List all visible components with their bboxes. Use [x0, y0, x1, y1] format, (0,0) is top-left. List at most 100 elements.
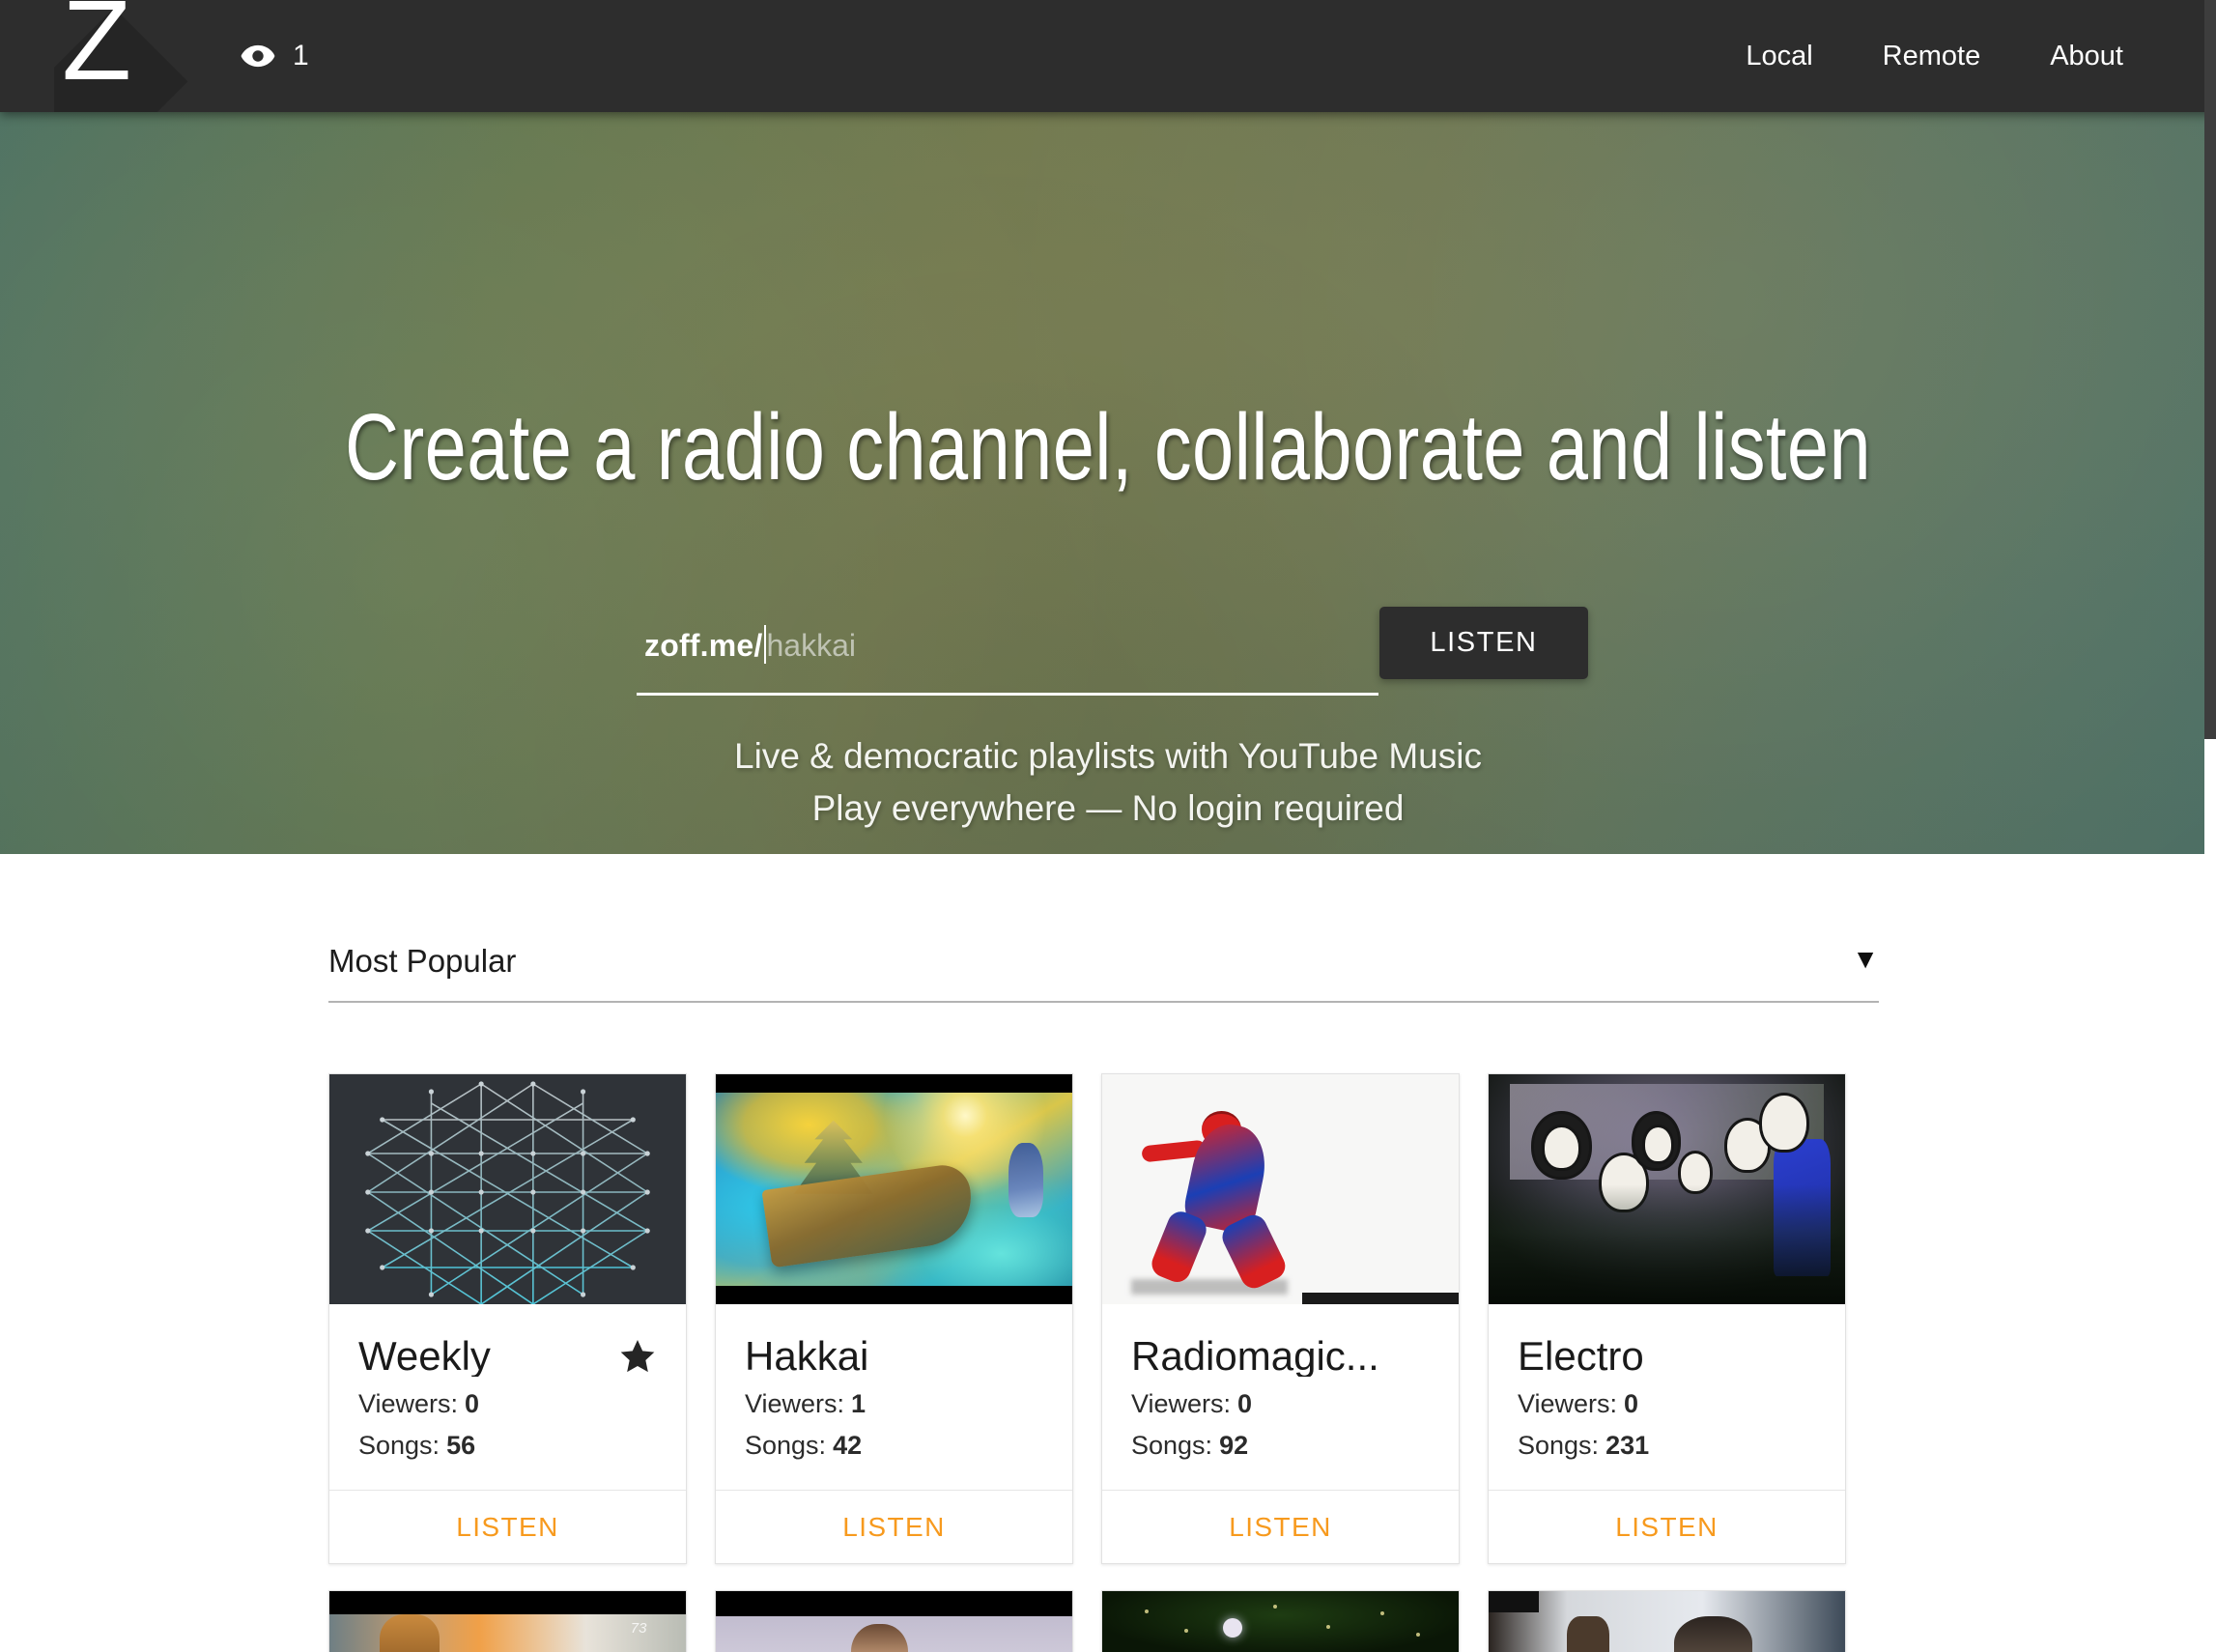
channel-thumbnail: 73	[329, 1591, 686, 1652]
card-listen-label: LISTEN	[456, 1512, 558, 1543]
channel-thumbnail	[1489, 1074, 1845, 1304]
url-prefix: zoff.me/	[644, 628, 763, 663]
channel-placeholder: hakkai	[767, 628, 857, 663]
sort-selector[interactable]: Most Popular ▼	[328, 933, 1879, 1003]
viewers-label: Viewers:	[1518, 1389, 1617, 1418]
eye-icon	[240, 38, 276, 74]
channel-card[interactable]: Electro Viewers:0 Songs:231 LISTEN	[1488, 1073, 1846, 1564]
hero-subtitle-line-2: Play everywhere — No login required	[0, 783, 2216, 835]
viewers-label: Viewers:	[358, 1389, 458, 1418]
star-icon[interactable]	[618, 1337, 657, 1376]
channel-viewers: Viewers:1	[745, 1383, 1043, 1425]
letterbox-bar-bottom	[716, 1286, 1072, 1304]
viewers-label: Viewers:	[745, 1389, 844, 1418]
channel-title-row: Radiomagic...	[1131, 1329, 1430, 1383]
main-navigation: Local Remote About	[1711, 0, 2158, 112]
channel-card-grid: Weekly Viewers:0 Songs:56 LISTEN	[328, 1073, 1888, 1564]
channel-card[interactable]: Radiomagic... Viewers:0 Songs:92 LISTEN	[1101, 1073, 1460, 1564]
nav-item-remote[interactable]: Remote	[1848, 43, 2016, 71]
viewers-value: 1	[851, 1389, 866, 1418]
card-listen-label: LISTEN	[1229, 1512, 1331, 1543]
hero-listen-button[interactable]: LISTEN	[1379, 607, 1588, 679]
channel-card[interactable]: 73	[328, 1590, 687, 1652]
viewer-count-value: 1	[293, 42, 309, 71]
ship-artwork	[761, 1161, 977, 1267]
hero-subtitle: Live & democratic playlists with YouTube…	[0, 730, 2216, 835]
songs-value: 42	[833, 1431, 862, 1460]
songs-value: 92	[1219, 1431, 1248, 1460]
channel-name-input[interactable]: zoff.me/hakkai	[637, 611, 1378, 696]
channel-title-row: Electro	[1518, 1329, 1816, 1383]
card-listen-button[interactable]: LISTEN	[716, 1490, 1072, 1563]
nav-item-about[interactable]: About	[2015, 43, 2158, 71]
card-listen-button[interactable]: LISTEN	[1102, 1490, 1459, 1563]
letterbox-bar-left	[1489, 1591, 1539, 1612]
portrait-hair	[380, 1614, 440, 1652]
letterbox-bar-top	[716, 1074, 1072, 1093]
raised-arm	[1567, 1616, 1609, 1652]
channel-thumbnail	[1489, 1591, 1845, 1652]
letterbox-bar-bottom	[1302, 1293, 1459, 1304]
channel-title: Hakkai	[745, 1336, 868, 1377]
channel-title-row: Hakkai	[745, 1329, 1043, 1383]
channel-songs: Songs:56	[358, 1425, 657, 1467]
card-listen-button[interactable]: LISTEN	[329, 1490, 686, 1563]
channel-viewers: Viewers:0	[1131, 1383, 1430, 1425]
letterbox-bar-top	[716, 1591, 1072, 1616]
triangle-grid-artwork	[329, 1074, 686, 1304]
channel-title: Weekly	[358, 1336, 491, 1377]
overlay-text: 73	[631, 1620, 647, 1637]
card-listen-label: LISTEN	[842, 1512, 945, 1543]
channel-viewers: Viewers:0	[1518, 1383, 1816, 1425]
viewers-value: 0	[1237, 1389, 1252, 1418]
channel-thumbnail	[716, 1074, 1072, 1304]
channel-search-row: zoff.me/hakkai LISTEN	[637, 611, 1588, 696]
channel-card[interactable]: Weekly Viewers:0 Songs:56 LISTEN	[328, 1073, 687, 1564]
channel-songs: Songs:231	[1518, 1425, 1816, 1467]
light-orb	[1223, 1618, 1242, 1638]
channel-card-grid-row2: 73	[328, 1590, 1888, 1652]
channel-card[interactable]	[1101, 1590, 1460, 1652]
channel-thumbnail	[1102, 1074, 1459, 1304]
stage-shadow	[1489, 1184, 1845, 1304]
songs-label: Songs:	[1131, 1431, 1212, 1460]
cartoon-face	[1759, 1093, 1809, 1153]
viewers-value: 0	[465, 1389, 479, 1418]
logo-glyph: Ż	[54, 0, 238, 97]
hero-headline: Create a radio channel, collaborate and …	[221, 400, 1994, 494]
top-header: Ż 1 Local Remote About	[0, 0, 2216, 112]
songs-value: 231	[1605, 1431, 1649, 1460]
scrollbar-thumb[interactable]	[2204, 0, 2216, 739]
channel-thumbnail	[329, 1074, 686, 1304]
spiderman-leg-left	[1148, 1208, 1209, 1286]
person-figure	[851, 1624, 908, 1652]
channel-thumbnail	[716, 1591, 1072, 1652]
channel-title: Electro	[1518, 1336, 1644, 1377]
channel-card-body: Hakkai Viewers:1 Songs:42	[716, 1304, 1072, 1490]
sort-selector-label: Most Popular	[328, 945, 516, 990]
letterbox-bar-top	[329, 1591, 686, 1614]
text-caret	[764, 625, 766, 664]
hero-subtitle-line-1: Live & democratic playlists with YouTube…	[0, 730, 2216, 783]
channel-thumbnail	[1102, 1591, 1459, 1652]
chevron-down-icon: ▼	[1852, 946, 1879, 988]
channel-songs: Songs:42	[745, 1425, 1043, 1467]
viewer-counter: 1	[240, 0, 309, 112]
cartoon-face	[1642, 1125, 1674, 1163]
channel-card[interactable]: Hakkai Viewers:1 Songs:42 LISTEN	[715, 1073, 1073, 1564]
channel-card-body: Weekly Viewers:0 Songs:56	[329, 1304, 686, 1490]
channel-songs: Songs:92	[1131, 1425, 1430, 1467]
viewers-value: 0	[1624, 1389, 1638, 1418]
channel-input-text: zoff.me/hakkai	[644, 622, 856, 669]
card-listen-button[interactable]: LISTEN	[1489, 1490, 1845, 1563]
channel-card[interactable]	[1488, 1590, 1846, 1652]
logo[interactable]: Ż	[54, 0, 238, 112]
singer-face	[1674, 1616, 1752, 1652]
channel-viewers: Viewers:0	[358, 1383, 657, 1425]
nav-item-local[interactable]: Local	[1711, 43, 1847, 71]
main-content: Most Popular ▼	[0, 854, 2216, 1652]
songs-label: Songs:	[358, 1431, 440, 1460]
channel-card[interactable]	[715, 1590, 1073, 1652]
viewers-label: Viewers:	[1131, 1389, 1231, 1418]
channel-title-row: Weekly	[358, 1329, 657, 1383]
